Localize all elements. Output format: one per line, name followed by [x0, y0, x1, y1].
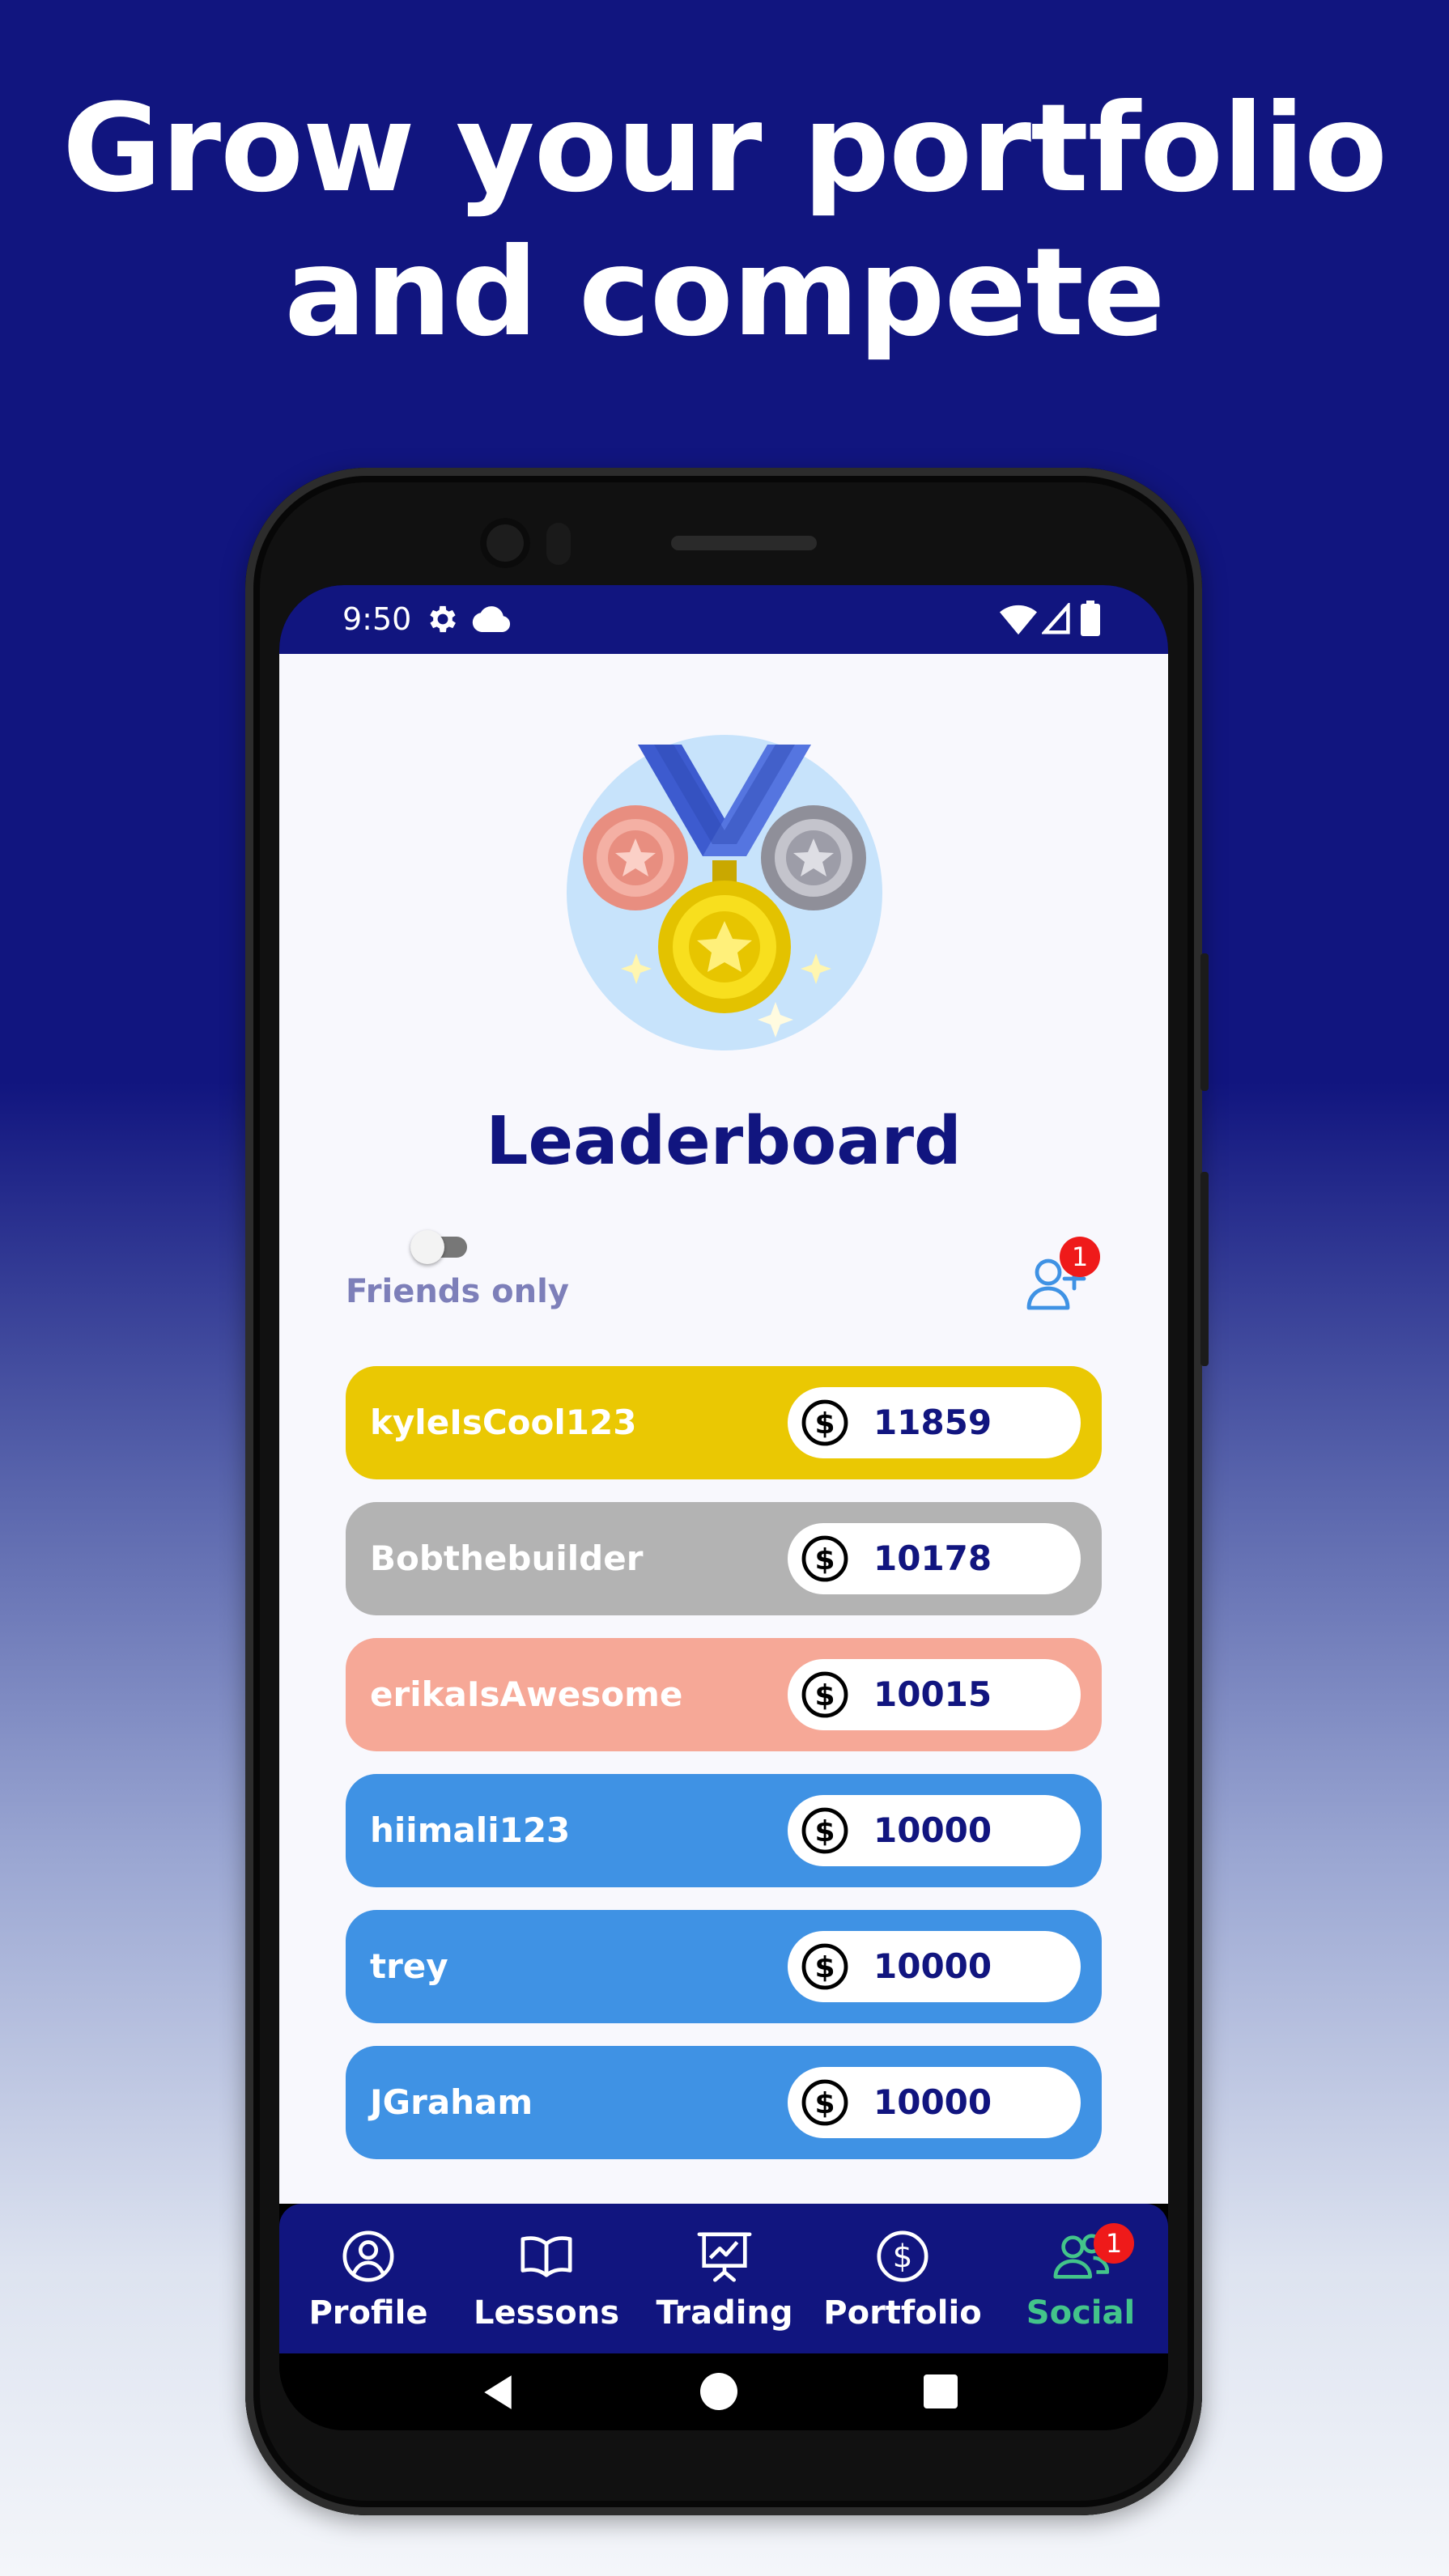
bottom-nav: Profile Lessons Trading $ Portfolio 1 So… [279, 2204, 1168, 2353]
cloud-icon [472, 606, 511, 632]
sensor [546, 523, 571, 565]
battery-icon [1081, 601, 1100, 636]
leaderboard-row-2[interactable]: Bobthebuilder $ 10178 [346, 1502, 1102, 1615]
nav-lessons[interactable]: Lessons [457, 2204, 635, 2353]
dollar-coin-icon: $ [801, 1535, 848, 1582]
medals-illustration [567, 735, 882, 1050]
score-pill: $ 10000 [788, 1931, 1081, 2002]
svg-text:$: $ [814, 1815, 835, 1848]
leaderboard-row-5[interactable]: trey $ 10000 [346, 1910, 1102, 2023]
status-bar: 9:50 [279, 585, 1168, 654]
book-icon [521, 2236, 572, 2277]
signal-icon [1042, 603, 1070, 634]
svg-text:$: $ [814, 1951, 835, 1984]
notification-badge: 1 [1094, 2223, 1134, 2264]
player-score: 11859 [873, 1403, 992, 1442]
speaker-grille [671, 536, 817, 550]
player-score: 10178 [873, 1538, 992, 1578]
nav-trading[interactable]: Trading [635, 2204, 814, 2353]
back-icon[interactable] [480, 2374, 516, 2411]
nav-label: Portfolio [823, 2294, 982, 2332]
leaderboard-row-6[interactable]: JGraham $ 10000 [346, 2046, 1102, 2159]
score-pill: $ 10000 [788, 2067, 1081, 2138]
notification-badge: 1 [1060, 1237, 1100, 1277]
add-friend-button[interactable]: 1 [1024, 1237, 1100, 1310]
headline-line-1: Grow your portfolio [62, 79, 1387, 219]
friends-only-toggle[interactable] [410, 1230, 469, 1264]
nav-social[interactable]: 1 Social [992, 2204, 1168, 2353]
headline-line-2: and compete [284, 223, 1165, 363]
svg-text:$: $ [814, 1543, 835, 1577]
nav-label: Social [1026, 2294, 1136, 2332]
profile-icon [342, 2230, 394, 2282]
dollar-coin-icon: $ [801, 1671, 848, 1718]
leaderboard-screen: Leaderboard Friends only 1 kyleIsCool123 [279, 654, 1168, 2204]
volume-button [1200, 1172, 1209, 1366]
wifi-icon [1000, 605, 1037, 635]
leaderboard-row-1[interactable]: kyleIsCool123 $ 11859 [346, 1366, 1102, 1479]
player-name: kyleIsCool123 [370, 1403, 637, 1442]
svg-text:$: $ [814, 1407, 835, 1441]
player-name: hiimali123 [370, 1810, 571, 1850]
camera-icon [480, 518, 530, 568]
toggle-knob [410, 1230, 444, 1264]
player-name: JGraham [370, 2082, 533, 2122]
svg-text:$: $ [814, 1679, 835, 1712]
system-nav-bar [279, 2353, 1168, 2430]
page-title: Leaderboard [486, 1103, 962, 1180]
player-name: Bobthebuilder [370, 1538, 644, 1578]
nav-label: Trading [656, 2294, 793, 2332]
headline: Grow your portfolio and compete [0, 77, 1449, 365]
nav-portfolio[interactable]: $ Portfolio [814, 2204, 992, 2353]
nav-label: Lessons [474, 2294, 619, 2332]
nav-label: Profile [308, 2294, 428, 2332]
score-pill: $ 11859 [788, 1387, 1081, 1458]
gear-icon [430, 605, 456, 633]
score-pill: $ 10178 [788, 1523, 1081, 1594]
player-score: 10000 [873, 2082, 992, 2122]
player-name: trey [370, 1946, 448, 1986]
friends-only-label: Friends only [346, 1273, 569, 1310]
leaderboard-row-3[interactable]: erikaIsAwesome $ 10015 [346, 1638, 1102, 1751]
player-score: 10015 [873, 1674, 992, 1714]
player-score: 10000 [873, 1810, 992, 1850]
score-pill: $ 10015 [788, 1659, 1081, 1730]
leaderboard-list: kyleIsCool123 $ 11859 Bobthebuilder $ 10… [346, 1366, 1102, 2182]
power-button [1200, 953, 1209, 1091]
dollar-coin-icon: $ [801, 1807, 848, 1854]
svg-text:$: $ [814, 2087, 835, 2120]
dollar-coin-icon: $ [801, 1943, 848, 1990]
recent-apps-button[interactable] [924, 2374, 958, 2408]
phone-screen: 9:50 Leaderboard Friends only 1 kyleIsCo… [279, 585, 1168, 2430]
svg-text:$: $ [893, 2239, 913, 2276]
phone-frame: 9:50 Leaderboard Friends only 1 kyleIsCo… [245, 468, 1209, 2515]
player-score: 10000 [873, 1946, 992, 1986]
score-pill: $ 10000 [788, 1795, 1081, 1866]
player-name: erikaIsAwesome [370, 1674, 683, 1714]
leaderboard-row-4[interactable]: hiimali123 $ 10000 [346, 1774, 1102, 1887]
chart-board-icon [697, 2232, 752, 2282]
dollar-coin-icon: $ [801, 1399, 848, 1446]
dollar-coin-icon: $ [801, 2079, 848, 2126]
nav-profile[interactable]: Profile [279, 2204, 457, 2353]
status-time: 9:50 [342, 601, 412, 637]
dollar-icon: $ [877, 2230, 928, 2282]
home-button[interactable] [700, 2373, 737, 2410]
